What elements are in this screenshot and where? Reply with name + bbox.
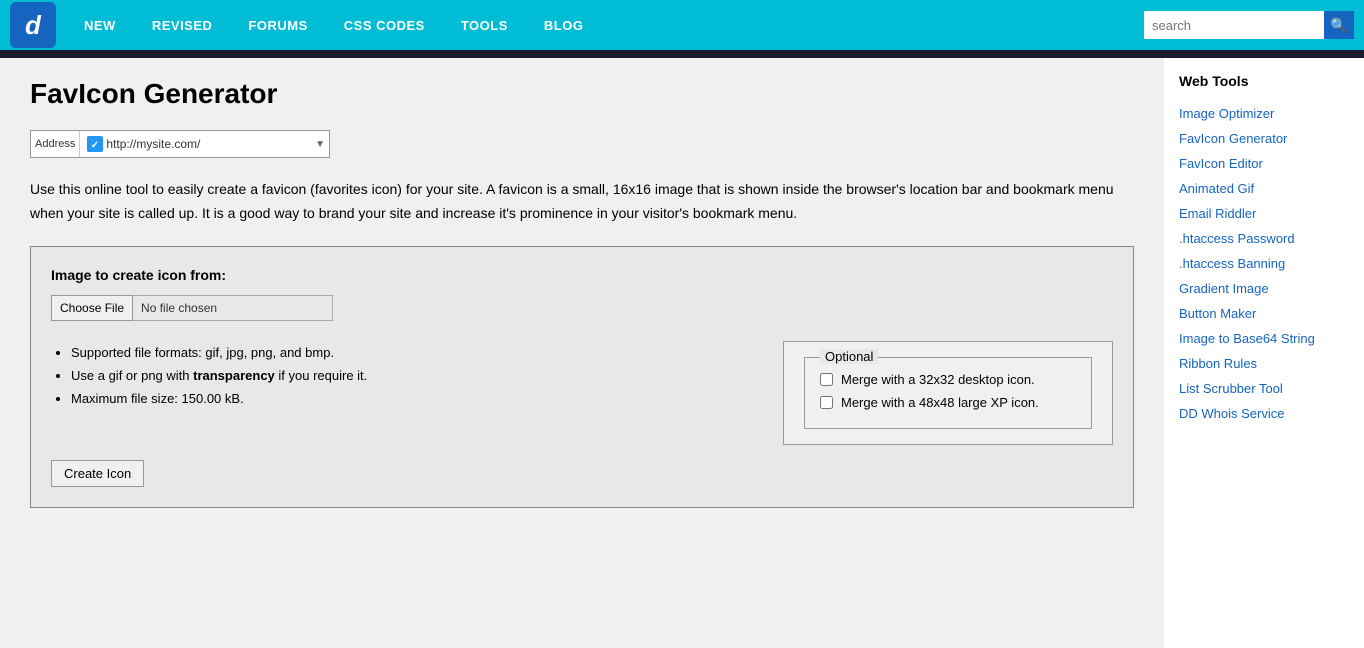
checkbox-row-2: Merge with a 48x48 large XP icon.: [820, 395, 1076, 410]
sidebar-link-favicon-editor[interactable]: FavIcon Editor: [1179, 151, 1349, 176]
form-box-title: Image to create icon from:: [51, 267, 1113, 283]
optional-box: Optional Merge with a 32x32 desktop icon…: [783, 341, 1113, 445]
svg-text:✓: ✓: [91, 140, 99, 151]
description: Use this online tool to easily create a …: [30, 178, 1134, 226]
address-icon: ✓: [87, 136, 103, 152]
choose-file-button[interactable]: Choose File: [51, 295, 133, 321]
form-box: Image to create icon from: Choose File N…: [30, 246, 1134, 508]
search-bar: 🔍: [1144, 11, 1354, 39]
nav-forums[interactable]: FORUMS: [230, 0, 325, 50]
bullet-list: Supported file formats: gif, jpg, png, a…: [51, 341, 753, 445]
sidebar-link-favicon-generator[interactable]: FavIcon Generator: [1179, 126, 1349, 151]
create-icon-button[interactable]: Create Icon: [51, 460, 144, 487]
address-url: http://mysite.com/: [106, 137, 315, 151]
search-input[interactable]: [1144, 11, 1324, 39]
form-columns: Supported file formats: gif, jpg, png, a…: [51, 341, 1113, 445]
address-dropdown[interactable]: ▼: [315, 139, 325, 150]
sidebar-link-image-base64[interactable]: Image to Base64 String: [1179, 326, 1349, 351]
file-name-display: No file chosen: [133, 295, 333, 321]
nav-blog[interactable]: BLOG: [526, 0, 602, 50]
bullet-2: Use a gif or png with transparency if yo…: [71, 364, 753, 387]
sidebar-link-image-optimizer[interactable]: Image Optimizer: [1179, 101, 1349, 126]
checkbox-32x32[interactable]: [820, 373, 833, 386]
nav-links: NEW REVISED FORUMS CSS CODES TOOLS BLOG: [66, 0, 1144, 50]
sidebar-link-htaccess-password[interactable]: .htaccess Password: [1179, 226, 1349, 251]
sidebar-link-list-scrubber[interactable]: List Scrubber Tool: [1179, 376, 1349, 401]
sidebar: Web Tools Image Optimizer FavIcon Genera…: [1164, 58, 1364, 648]
checkbox-48x48-label: Merge with a 48x48 large XP icon.: [841, 395, 1039, 410]
sidebar-title: Web Tools: [1179, 73, 1349, 89]
nav-css-codes[interactable]: CSS CODES: [326, 0, 443, 50]
site-logo[interactable]: d: [10, 2, 56, 48]
sidebar-link-button-maker[interactable]: Button Maker: [1179, 301, 1349, 326]
sidebar-link-email-riddler[interactable]: Email Riddler: [1179, 201, 1349, 226]
optional-legend: Optional: [820, 349, 878, 364]
address-label: Address: [35, 131, 80, 157]
dark-divider: [0, 50, 1364, 58]
sidebar-link-dd-whois[interactable]: DD Whois Service: [1179, 401, 1349, 426]
nav-revised[interactable]: REVISED: [134, 0, 231, 50]
page-title: FavIcon Generator: [30, 78, 1134, 110]
checkbox-row-1: Merge with a 32x32 desktop icon.: [820, 372, 1076, 387]
checkbox-48x48[interactable]: [820, 396, 833, 409]
bullet-3: Maximum file size: 150.00 kB.: [71, 387, 753, 410]
checkbox-32x32-label: Merge with a 32x32 desktop icon.: [841, 372, 1035, 387]
sidebar-link-ribbon-rules[interactable]: Ribbon Rules: [1179, 351, 1349, 376]
nav-new[interactable]: NEW: [66, 0, 134, 50]
sidebar-link-gradient-image[interactable]: Gradient Image: [1179, 276, 1349, 301]
sidebar-link-htaccess-banning[interactable]: .htaccess Banning: [1179, 251, 1349, 276]
main-wrapper: FavIcon Generator Address ✓ http://mysit…: [0, 58, 1364, 648]
nav-tools[interactable]: TOOLS: [443, 0, 526, 50]
content-area: FavIcon Generator Address ✓ http://mysit…: [0, 58, 1164, 648]
address-bar: Address ✓ http://mysite.com/ ▼: [30, 130, 330, 158]
topbar: d NEW REVISED FORUMS CSS CODES TOOLS BLO…: [0, 0, 1364, 50]
search-button[interactable]: 🔍: [1324, 11, 1354, 39]
sidebar-link-animated-gif[interactable]: Animated Gif: [1179, 176, 1349, 201]
file-input-row: Choose File No file chosen: [51, 295, 1113, 321]
bullet-1: Supported file formats: gif, jpg, png, a…: [71, 341, 753, 364]
